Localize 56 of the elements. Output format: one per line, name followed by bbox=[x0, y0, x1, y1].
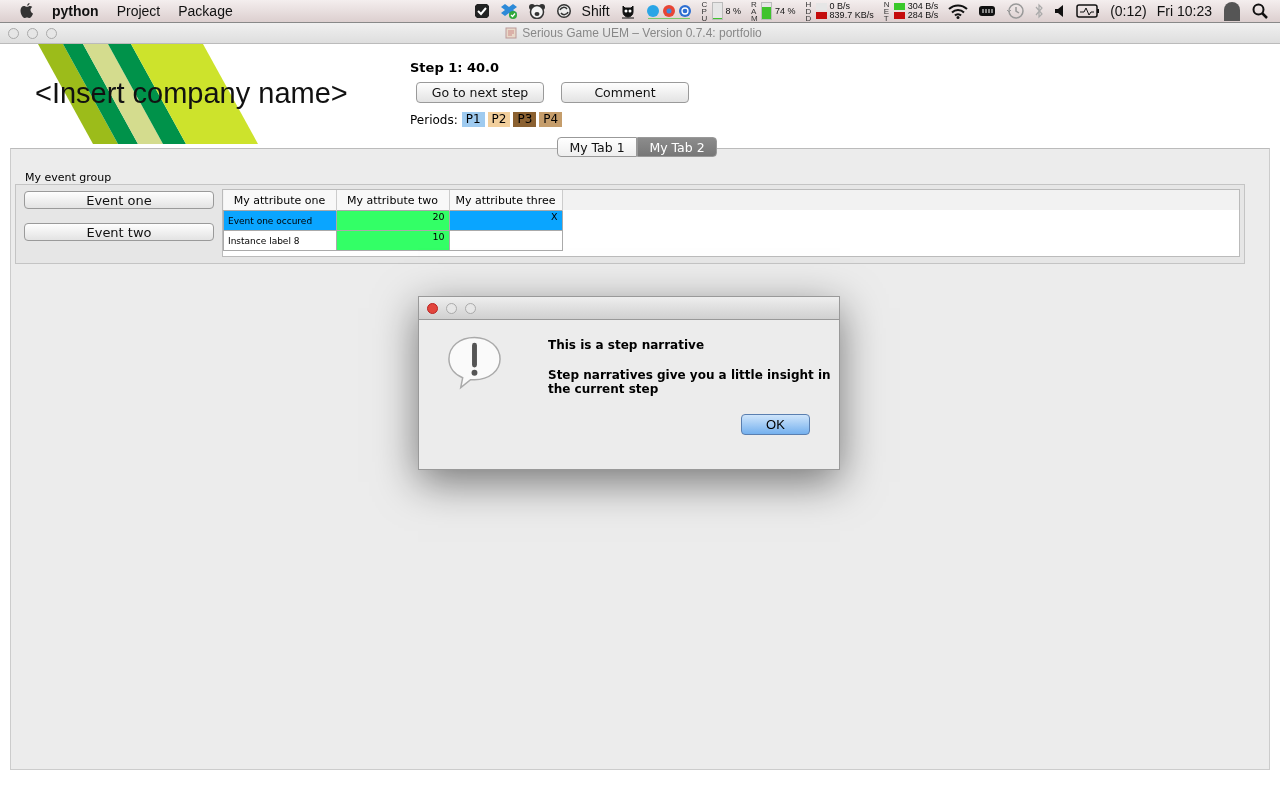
meter-reading: 8 % bbox=[725, 6, 742, 16]
step-label: Step 1: 40.0 bbox=[410, 60, 501, 75]
status-text[interactable]: Fri 10:23 bbox=[1156, 3, 1212, 19]
creature-icon[interactable] bbox=[619, 3, 636, 19]
window-control[interactable] bbox=[427, 302, 438, 314]
column-header[interactable]: My attribute three bbox=[449, 190, 562, 211]
period-tag[interactable]: P1 bbox=[461, 112, 485, 127]
window-title: Serious Game UEM – Version 0.7.4: portfolio bbox=[522, 26, 762, 40]
column-header[interactable]: My attribute one bbox=[223, 190, 336, 211]
meter-label: RAM bbox=[751, 0, 759, 22]
rate-reading: 0 B/s bbox=[829, 2, 852, 11]
rate-reading: 304 B/s bbox=[907, 2, 939, 11]
tab[interactable]: My Tab 2 bbox=[637, 137, 717, 157]
dialog-message: Step narratives give you a little insight in the current step bbox=[548, 368, 832, 396]
column-header[interactable]: My attribute two bbox=[336, 190, 449, 211]
wifi-icon[interactable] bbox=[948, 3, 969, 19]
dialog-heading: This is a step narrative bbox=[548, 338, 706, 352]
document-icon bbox=[505, 27, 518, 39]
meter-label: NET bbox=[883, 0, 891, 22]
table-cell: Instance label 8 bbox=[223, 230, 336, 251]
battery-time[interactable]: (0:12) bbox=[1110, 3, 1147, 19]
table-cell: Event one occured bbox=[223, 210, 336, 231]
periods-label: Periods: bbox=[410, 112, 458, 127]
menu-item[interactable]: Package bbox=[178, 3, 233, 19]
event-button[interactable]: Event one bbox=[24, 191, 214, 209]
period-tag[interactable]: P2 bbox=[487, 112, 511, 127]
chip-icon[interactable] bbox=[978, 4, 997, 18]
app-menu[interactable]: python bbox=[52, 3, 99, 19]
apple-icon[interactable] bbox=[20, 3, 34, 19]
rate-indicator-icon bbox=[893, 3, 905, 19]
battery-icon[interactable] bbox=[1076, 4, 1101, 18]
table-cell: X bbox=[449, 210, 562, 231]
meter-label: CPU bbox=[701, 0, 709, 22]
status-text[interactable]: Shift bbox=[581, 3, 610, 19]
meter-label: HDD bbox=[805, 0, 813, 22]
checkmark-badge-icon[interactable] bbox=[473, 3, 490, 19]
period-tag[interactable]: P4 bbox=[539, 112, 563, 127]
group-title: My event group bbox=[25, 171, 113, 184]
meter-reading: 74 % bbox=[775, 6, 796, 16]
rate-reading: 284 B/s bbox=[907, 11, 939, 20]
warning-bubble-icon bbox=[445, 334, 504, 390]
tab[interactable]: My Tab 1 bbox=[557, 137, 637, 157]
event-button[interactable]: Event two bbox=[24, 223, 214, 241]
user-avatar-icon[interactable] bbox=[1222, 1, 1242, 21]
menu-item[interactable]: Project bbox=[116, 3, 161, 19]
rate-indicator-icon bbox=[815, 3, 827, 19]
header-button[interactable]: Comment bbox=[561, 82, 689, 103]
rate-reading: 839.7 KB/s bbox=[829, 11, 874, 20]
app-icons-drawing[interactable] bbox=[645, 3, 692, 19]
sync-icon[interactable] bbox=[555, 3, 572, 19]
header-button[interactable]: Go to next step bbox=[416, 82, 544, 103]
bear-face-icon[interactable] bbox=[527, 3, 546, 19]
search-icon[interactable] bbox=[1252, 3, 1268, 19]
ok-button[interactable]: OK bbox=[741, 414, 810, 435]
period-tag[interactable]: P3 bbox=[513, 112, 537, 127]
table-cell: 20 bbox=[336, 210, 449, 231]
